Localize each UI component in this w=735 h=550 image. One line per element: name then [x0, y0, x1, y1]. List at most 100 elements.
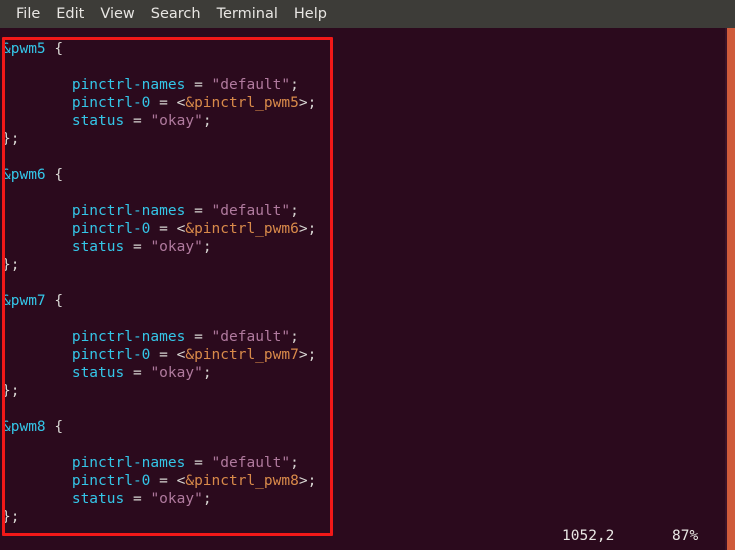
- code-line: status = "okay";: [0, 238, 735, 256]
- code-line: pinctrl-names = "default";: [0, 328, 735, 346]
- token-str: "okay": [150, 239, 203, 255]
- token-punc: ;: [290, 329, 299, 345]
- token-punc: [2, 473, 72, 489]
- code-line: pinctrl-names = "default";: [0, 76, 735, 94]
- menu-item-view[interactable]: View: [92, 0, 142, 28]
- code-line: pinctrl-0 = <&pinctrl_pwm5>;: [0, 94, 735, 112]
- token-punc: >;: [298, 347, 317, 363]
- token-punc: =: [185, 203, 212, 219]
- vim-status-line: 1052,2 87%: [0, 526, 735, 546]
- code-line: };: [0, 256, 735, 274]
- token-node: &pwm7: [2, 293, 46, 309]
- token-str: "okay": [150, 365, 203, 381]
- window-right-accent-edge: [727, 28, 735, 550]
- token-prop: pinctrl-0: [71, 347, 151, 363]
- token-phandle: &pinctrl_pwm6: [185, 221, 299, 237]
- token-phandle: &pinctrl_pwm5: [185, 95, 299, 111]
- token-prop: pinctrl-0: [71, 221, 151, 237]
- code-line: pinctrl-0 = <&pinctrl_pwm7>;: [0, 346, 735, 364]
- code-line: pinctrl-0 = <&pinctrl_pwm6>;: [0, 220, 735, 238]
- token-str: "default": [211, 77, 291, 93]
- menu-bar: File Edit View Search Terminal Help: [0, 0, 735, 28]
- code-line: pinctrl-names = "default";: [0, 454, 735, 472]
- token-punc: [2, 95, 72, 111]
- terminal-window: File Edit View Search Terminal Help &pwm5 { p…: [0, 0, 735, 550]
- token-punc: };: [2, 257, 20, 273]
- token-punc: =: [185, 329, 212, 345]
- token-prop: pinctrl-names: [71, 329, 186, 345]
- code-line: &pwm5 {: [0, 40, 735, 58]
- token-prop: pinctrl-names: [71, 77, 186, 93]
- token-punc: = <: [150, 473, 186, 489]
- token-punc: };: [2, 383, 20, 399]
- token-punc: [2, 221, 72, 237]
- token-punc: ;: [290, 203, 299, 219]
- token-punc: =: [185, 455, 212, 471]
- code-line: status = "okay";: [0, 112, 735, 130]
- token-punc: [2, 455, 72, 471]
- token-punc: ;: [202, 239, 212, 255]
- code-line: status = "okay";: [0, 490, 735, 508]
- menu-item-terminal[interactable]: Terminal: [209, 0, 286, 28]
- token-punc: = <: [150, 347, 186, 363]
- token-punc: [2, 329, 72, 345]
- token-punc: [2, 365, 72, 381]
- menu-item-file[interactable]: File: [8, 0, 48, 28]
- token-punc: ;: [202, 113, 212, 129]
- token-prop: status: [71, 491, 125, 507]
- token-punc: [2, 203, 72, 219]
- code-line: };: [0, 130, 735, 148]
- code-line: pinctrl-names = "default";: [0, 202, 735, 220]
- token-phandle: &pinctrl_pwm8: [185, 473, 299, 489]
- token-prop: status: [71, 365, 125, 381]
- token-str: "okay": [150, 491, 203, 507]
- token-punc: =: [124, 113, 151, 129]
- code-text: &pwm5 { pinctrl-names = "default"; pinct…: [0, 40, 735, 526]
- token-str: "default": [211, 455, 291, 471]
- token-punc: {: [45, 167, 64, 183]
- token-punc: ;: [202, 491, 212, 507]
- token-punc: =: [124, 239, 151, 255]
- token-punc: >;: [298, 473, 317, 489]
- code-line: &pwm7 {: [0, 292, 735, 310]
- menu-item-help[interactable]: Help: [286, 0, 335, 28]
- token-prop: pinctrl-0: [71, 473, 151, 489]
- token-str: "default": [211, 329, 291, 345]
- token-punc: =: [185, 77, 212, 93]
- token-punc: ;: [290, 77, 299, 93]
- token-prop: pinctrl-0: [71, 95, 151, 111]
- token-punc: = <: [150, 221, 186, 237]
- token-punc: {: [45, 293, 64, 309]
- token-punc: =: [124, 491, 151, 507]
- token-prop: status: [71, 113, 125, 129]
- token-punc: [2, 347, 72, 363]
- token-punc: [2, 113, 72, 129]
- code-line: };: [0, 382, 735, 400]
- code-line: &pwm6 {: [0, 166, 735, 184]
- token-punc: = <: [150, 95, 186, 111]
- token-punc: {: [45, 41, 64, 57]
- token-phandle: &pinctrl_pwm7: [185, 347, 299, 363]
- token-str: "okay": [150, 113, 203, 129]
- code-line: };: [0, 508, 735, 526]
- token-punc: ;: [290, 455, 299, 471]
- token-prop: pinctrl-names: [71, 203, 186, 219]
- token-punc: ;: [202, 365, 212, 381]
- code-line: pinctrl-0 = <&pinctrl_pwm8>;: [0, 472, 735, 490]
- terminal-content-area[interactable]: &pwm5 { pinctrl-names = "default"; pinct…: [0, 28, 735, 550]
- token-punc: =: [124, 365, 151, 381]
- token-punc: };: [2, 509, 20, 525]
- token-str: "default": [211, 203, 291, 219]
- token-punc: >;: [298, 95, 317, 111]
- menu-item-search[interactable]: Search: [143, 0, 209, 28]
- token-punc: [2, 239, 72, 255]
- token-node: &pwm5: [2, 41, 46, 57]
- menu-item-edit[interactable]: Edit: [48, 0, 92, 28]
